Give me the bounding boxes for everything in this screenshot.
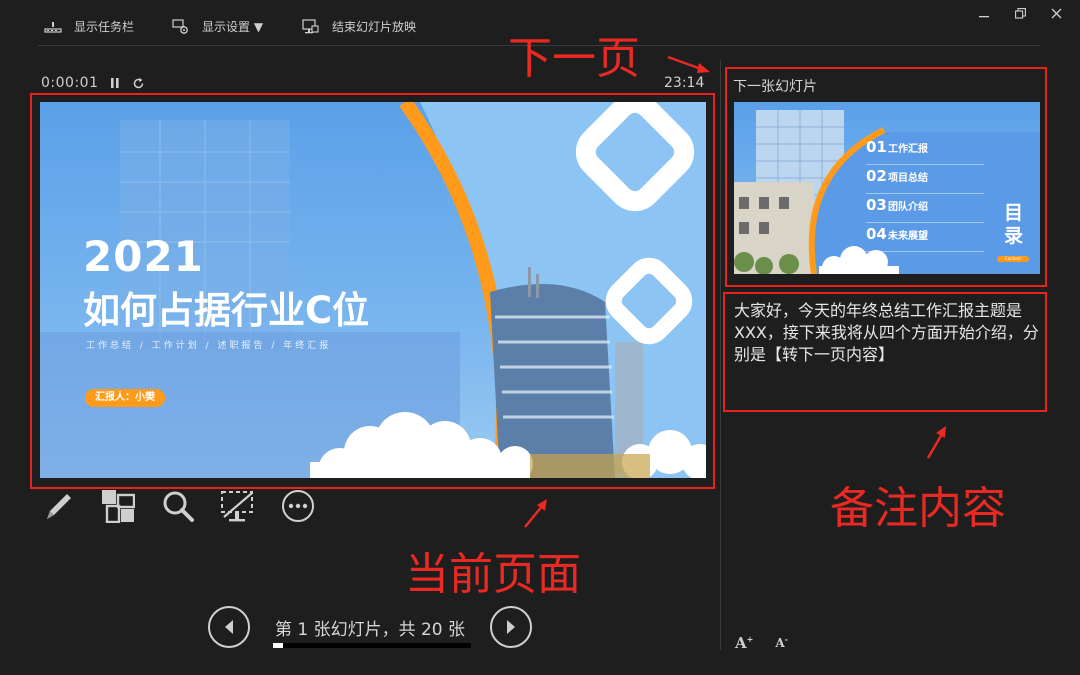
annotation-next-page: 下一页	[508, 33, 640, 84]
toc-item-label: 未来展望	[888, 231, 928, 242]
slide-reporter-badge: 汇报人：小樊	[85, 389, 165, 407]
toc-item-number: 03	[866, 196, 887, 214]
presenter-tools	[40, 488, 316, 524]
decrease-font-button[interactable]: A-	[775, 634, 788, 652]
more-options-button[interactable]	[280, 488, 316, 524]
slide-navigator: 第 1 张幻灯片，共 20 张	[208, 606, 532, 648]
toc-contact-badge: Content	[997, 256, 1029, 262]
toc-item-label: 项目总结	[888, 173, 928, 184]
arrow-to-next-slide	[667, 55, 710, 73]
previous-slide-button[interactable]	[208, 606, 250, 648]
speaker-notes[interactable]: 大家好，今天的年终总结工作汇报主题是XXX，接下来我将从四个方面开始介绍，分别是…	[734, 300, 1040, 366]
minimize-button[interactable]	[976, 6, 992, 20]
panel-divider	[720, 60, 721, 650]
display-settings-label: 显示设置 ▼	[202, 20, 264, 34]
see-all-slides-button[interactable]	[100, 488, 136, 524]
annotation-current-page: 当前页面	[405, 549, 581, 600]
slide-counter: 第 1 张幻灯片，共 20 张	[270, 615, 470, 640]
end-slideshow-button[interactable]: 结束幻灯片放映	[302, 18, 416, 35]
toc-item: 03 团队介绍	[866, 194, 984, 223]
chevron-left-icon	[225, 620, 233, 634]
close-icon	[1051, 8, 1061, 18]
increase-font-button[interactable]: A+	[735, 634, 753, 652]
toc-item-number: 04	[866, 225, 887, 243]
arrow-to-current-slide	[524, 499, 547, 528]
slide-progress-fill	[273, 643, 283, 648]
toc-item-label: 工作汇报	[888, 144, 928, 155]
restore-icon	[1014, 7, 1026, 19]
slide-subtitle: 如何占据行业C位	[83, 289, 370, 332]
next-slide-button[interactable]	[490, 606, 532, 648]
pen-icon	[47, 494, 71, 519]
end-slideshow-label: 结束幻灯片放映	[332, 20, 417, 34]
slide-tagline: 工作总结 / 工作计划 / 述职报告 / 年终汇报	[86, 341, 332, 351]
restart-timer-button[interactable]	[132, 77, 145, 90]
toc-item: 02 项目总结	[866, 165, 984, 194]
toc-item: 04 未来展望	[866, 223, 984, 252]
screen-toggle-icon	[221, 491, 253, 522]
window-controls	[976, 6, 1064, 20]
pen-tool-button[interactable]	[40, 488, 76, 524]
slides-grid-icon	[102, 490, 135, 523]
toc-item: 01 工作汇报	[866, 136, 984, 165]
next-slide-preview[interactable]: 01 工作汇报 02 项目总结 03 团队介绍 04 未来展望 目录 Content	[734, 102, 1040, 274]
show-taskbar-button[interactable]: 显示任务栏	[44, 18, 134, 35]
black-screen-button[interactable]	[220, 488, 256, 524]
pause-icon	[111, 78, 120, 88]
slide-title: 2021	[83, 232, 204, 281]
arrow-to-notes	[926, 426, 946, 459]
notes-font-controls: A+ A-	[735, 634, 788, 652]
magnifier-icon	[163, 491, 194, 522]
toc-item-number: 02	[866, 167, 887, 185]
zoom-button[interactable]	[160, 488, 196, 524]
clock: 23:14	[664, 75, 705, 91]
slide-progress-bar[interactable]	[273, 643, 471, 648]
restart-icon	[134, 77, 144, 88]
toc-side-title: 目录	[1004, 202, 1024, 247]
slide-counter-text: 第 1 张幻灯片，共 20 张	[274, 619, 466, 640]
presenter-view: 显示任务栏 显示设置 ▼ 结束幻灯片放映 0:00:01 23:14 2021 …	[0, 0, 1080, 675]
show-taskbar-label: 显示任务栏	[74, 20, 135, 34]
annotation-notes: 备注内容	[830, 483, 1006, 534]
chevron-right-icon	[507, 620, 515, 634]
taskbar-icon	[44, 21, 62, 33]
next-slide-label: 下一张幻灯片	[733, 79, 817, 95]
pause-button[interactable]	[110, 77, 120, 89]
minimize-icon	[979, 16, 989, 18]
toc-item-label: 团队介绍	[888, 202, 928, 213]
font-decrease-icon: A-	[775, 634, 788, 650]
display-settings-icon	[172, 18, 188, 34]
restore-button[interactable]	[1012, 6, 1028, 20]
toc-item-number: 01	[866, 138, 887, 156]
display-settings-button[interactable]: 显示设置 ▼	[172, 18, 263, 35]
end-slideshow-icon	[302, 18, 319, 33]
close-button[interactable]	[1048, 6, 1064, 20]
elapsed-time: 0:00:01	[41, 75, 99, 91]
current-slide[interactable]: 2021 如何占据行业C位 工作总结 / 工作计划 / 述职报告 / 年终汇报 …	[40, 102, 706, 478]
more-icon	[282, 490, 314, 522]
timer-bar: 0:00:01	[41, 75, 145, 91]
toc-list: 01 工作汇报 02 项目总结 03 团队介绍 04 未来展望	[866, 136, 984, 252]
font-increase-icon: A+	[735, 634, 754, 652]
